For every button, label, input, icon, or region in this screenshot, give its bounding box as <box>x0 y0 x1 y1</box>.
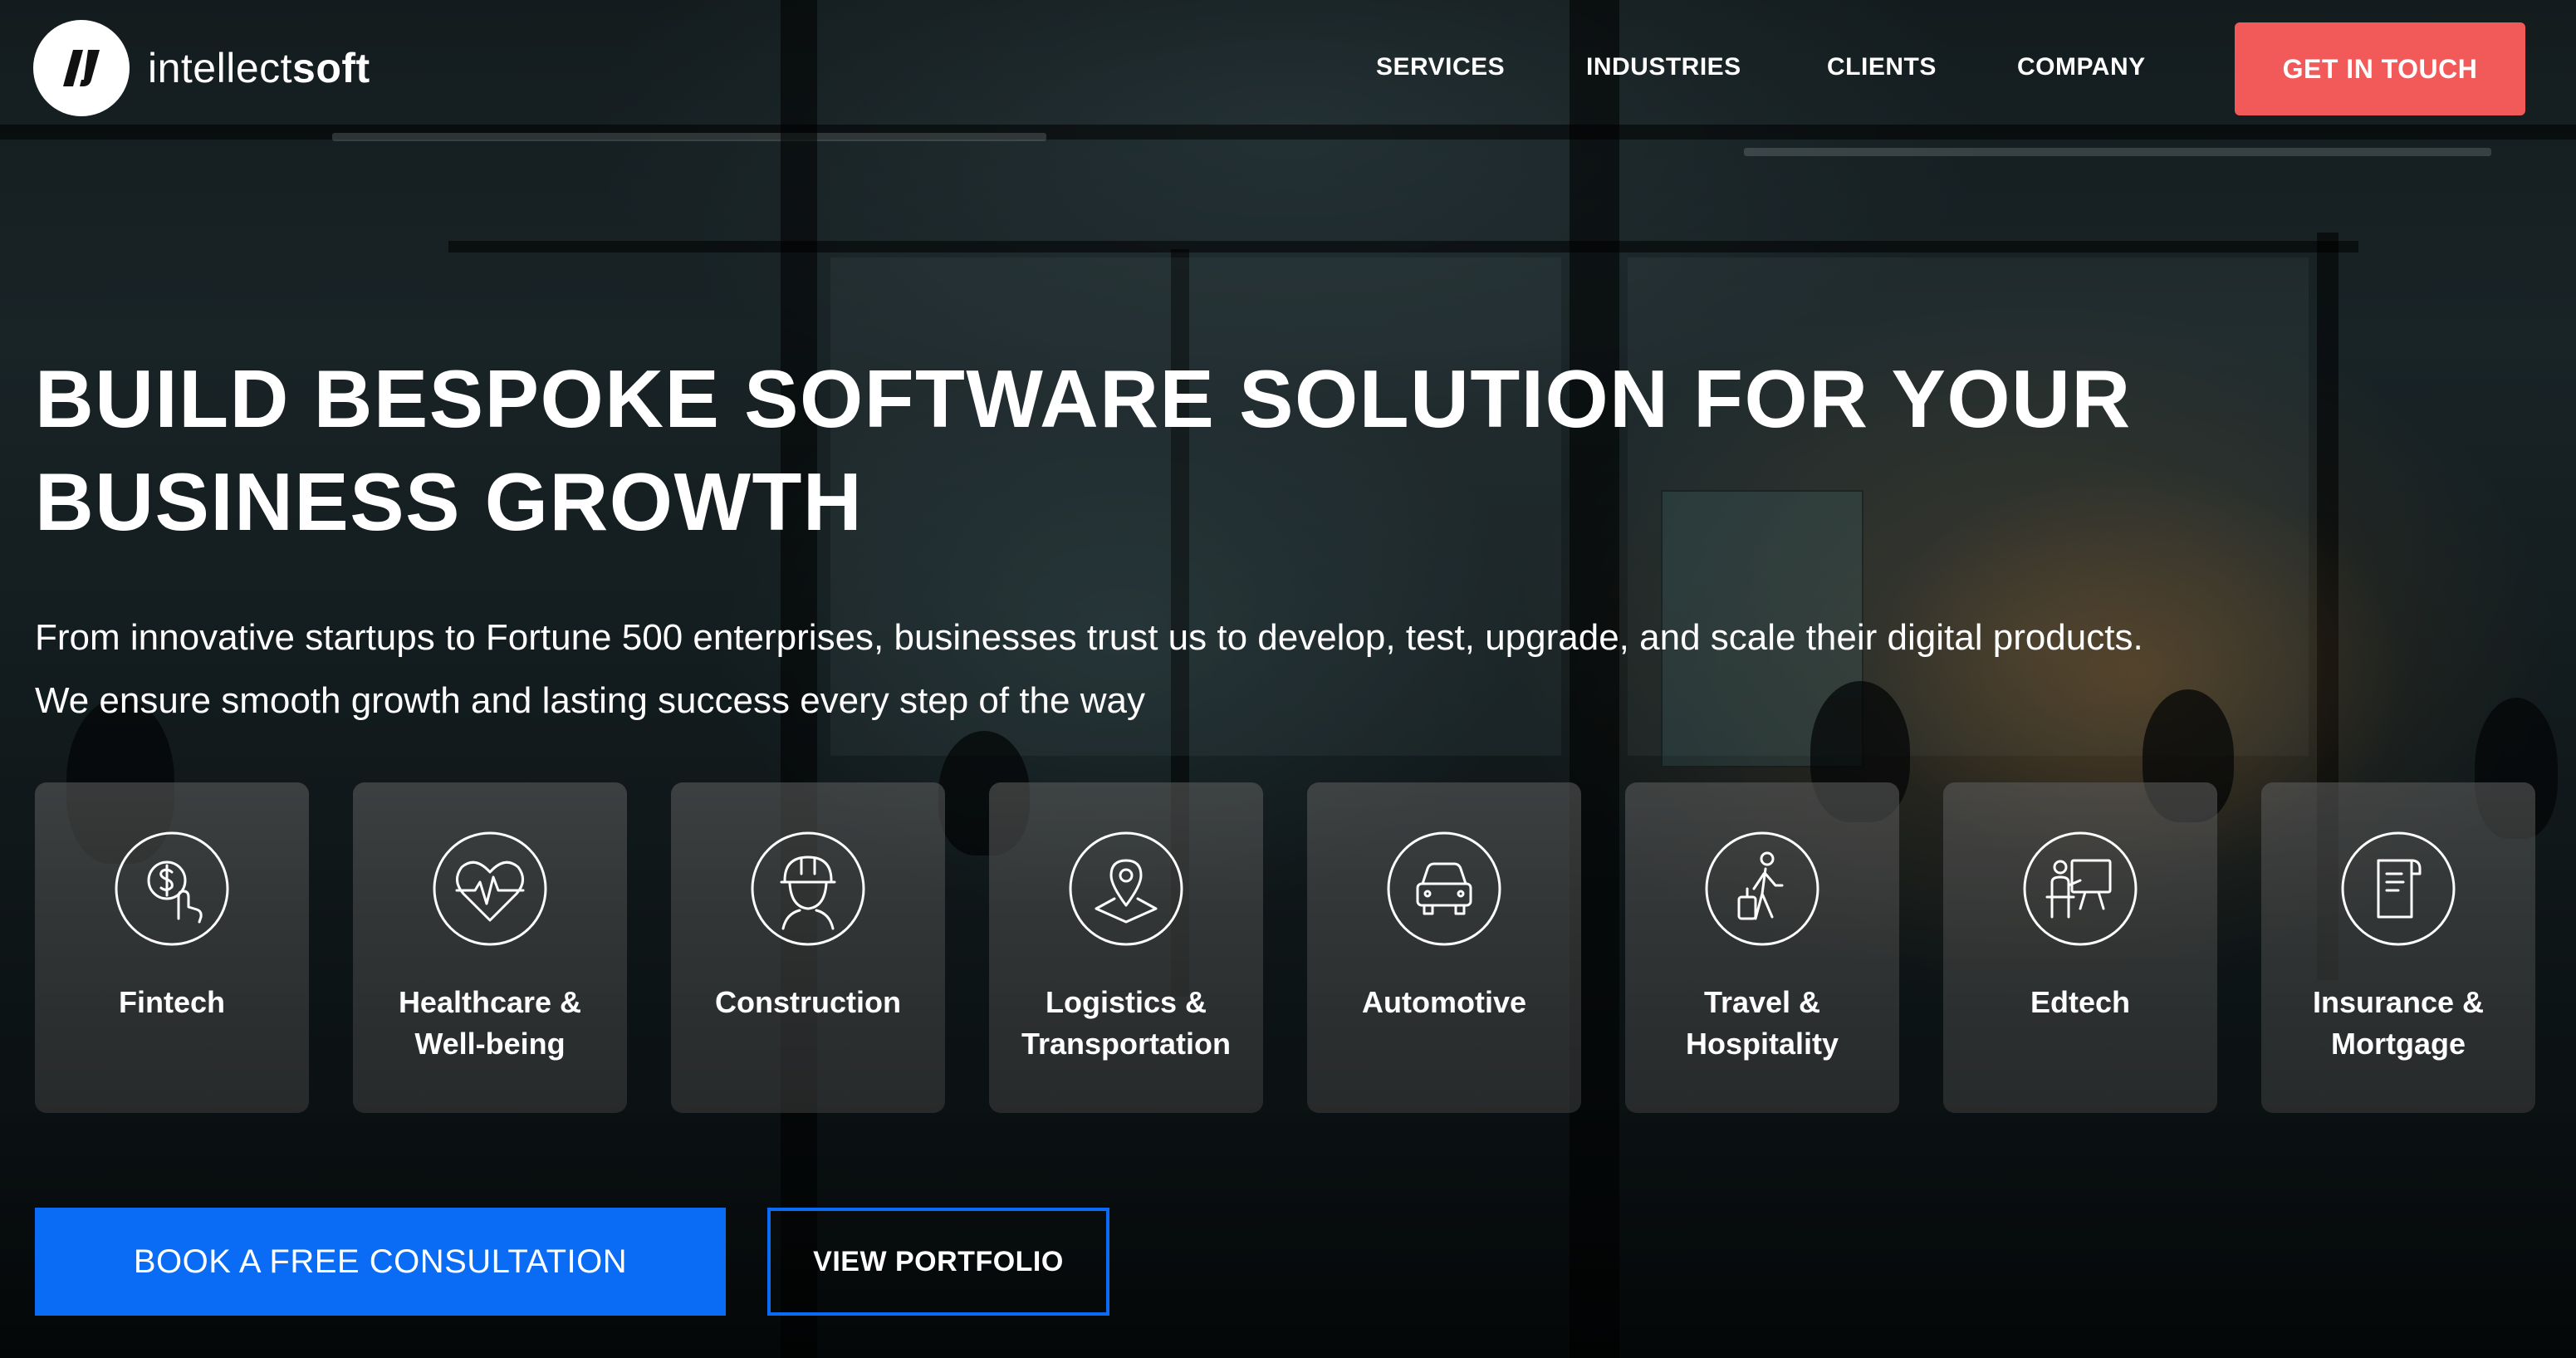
industry-card-travel[interactable]: Travel & Hospitality <box>1625 782 1899 1113</box>
industry-card-label: Edtech <box>1952 982 2209 1023</box>
nav-industries[interactable]: INDUSTRIES <box>1586 0 1741 135</box>
industry-card-fintech[interactable]: Fintech <box>35 782 309 1113</box>
book-consultation-button[interactable]: BOOK A FREE CONSULTATION <box>35 1208 726 1316</box>
industry-label-line: Transportation <box>1021 1027 1232 1061</box>
industry-card-label: Fintech <box>43 982 301 1023</box>
industry-card-edtech[interactable]: Edtech <box>1943 782 2217 1113</box>
industry-label-line: Hospitality <box>1685 1027 1839 1061</box>
industry-card-label: Logistics & Transportation <box>997 982 1255 1065</box>
industry-label-line: Automotive <box>1362 985 1526 1019</box>
industry-label-line: Insurance & <box>2312 985 2485 1019</box>
industry-card-label: Automotive <box>1315 982 1573 1023</box>
industry-card-automotive[interactable]: Automotive <box>1307 782 1581 1113</box>
industry-card-construction[interactable]: Construction <box>671 782 945 1113</box>
industry-card-label: Healthcare & Well-being <box>361 982 619 1065</box>
hard-hat-worker-icon <box>750 831 866 947</box>
car-icon <box>1386 831 1502 947</box>
brand-name-light: intellect <box>148 45 293 91</box>
industry-label-line: Fintech <box>118 985 225 1019</box>
industry-card-label: Travel & Hospitality <box>1633 982 1891 1065</box>
industry-label-line: Construction <box>715 985 901 1019</box>
hero-subtitle-line-1: From innovative startups to Fortune 500 … <box>35 617 2143 658</box>
teacher-board-icon <box>2022 831 2138 947</box>
industry-card-logistics[interactable]: Logistics & Transportation <box>989 782 1263 1113</box>
industry-label-line: Mortgage <box>2331 1027 2466 1061</box>
hero-title-line-2: BUSINESS GROWTH <box>35 456 864 547</box>
nav-company[interactable]: COMPANY <box>2017 0 2146 135</box>
traveler-suitcase-icon <box>1704 831 1820 947</box>
brand-logo[interactable]: intellectsoft <box>33 20 370 116</box>
heart-pulse-icon <box>432 831 548 947</box>
brand-name-bold: soft <box>292 45 370 91</box>
site-header: intellectsoft SERVICES INDUSTRIES CLIENT… <box>0 0 2576 133</box>
industry-card-insurance[interactable]: Insurance & Mortgage <box>2261 782 2535 1113</box>
industry-label-line: Travel & <box>1703 985 1821 1019</box>
industry-card-label: Construction <box>679 982 937 1023</box>
hero-subtitle-line-2: We ensure smooth growth and lasting succ… <box>35 680 1145 721</box>
hero-title-line-1: BUILD BESPOKE SOFTWARE SOLUTION FOR YOUR <box>35 353 2132 444</box>
map-pin-icon <box>1068 831 1184 947</box>
industry-card-label: Insurance & Mortgage <box>2270 982 2527 1065</box>
industry-card-healthcare[interactable]: Healthcare & Well-being <box>353 782 627 1113</box>
industry-label-line: Healthcare & <box>398 985 582 1019</box>
industry-label-line: Well-being <box>414 1027 566 1061</box>
get-in-touch-button[interactable]: GET IN TOUCH <box>2235 22 2525 115</box>
industry-label-line: Edtech <box>2030 985 2131 1019</box>
hero-subtitle: From innovative startups to Fortune 500 … <box>35 606 2526 733</box>
nav-clients[interactable]: CLIENTS <box>1827 0 1937 135</box>
document-icon <box>2340 831 2456 947</box>
hero-title: BUILD BESPOKE SOFTWARE SOLUTION FOR YOUR… <box>35 347 2443 553</box>
dollar-hand-icon <box>114 831 230 947</box>
brand-name: intellectsoft <box>148 47 370 89</box>
view-portfolio-button[interactable]: VIEW PORTFOLIO <box>767 1208 1109 1316</box>
industry-label-line: Logistics & <box>1045 985 1207 1019</box>
nav-services[interactable]: SERVICES <box>1376 0 1505 135</box>
logo-mark-icon <box>33 20 130 116</box>
